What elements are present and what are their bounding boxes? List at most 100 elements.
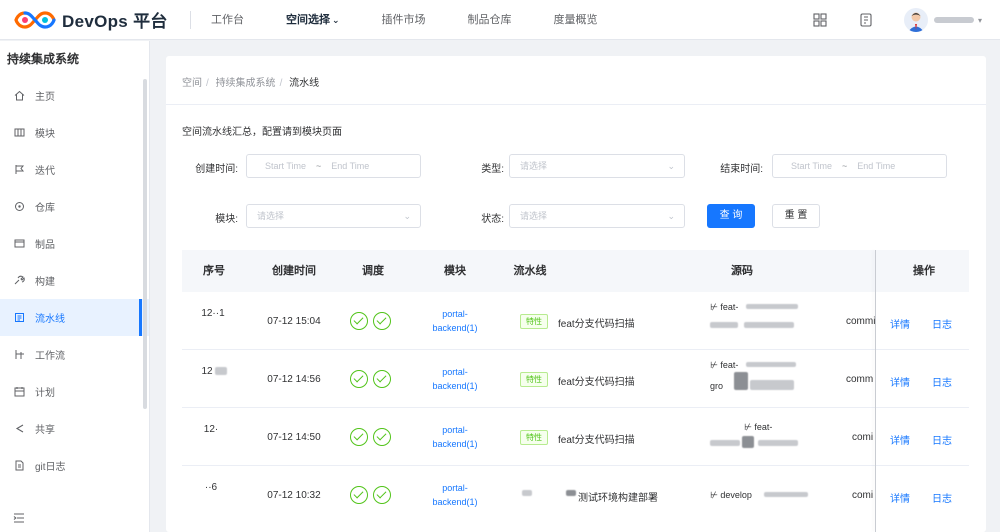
col-header-ops: 操作	[913, 265, 935, 277]
top-right: ▾	[812, 0, 1000, 40]
sidebar-item-module[interactable]: 模块	[0, 114, 149, 151]
table-row: 12· 07-12 14:50 portal-backend(1) 特性 fea…	[182, 408, 969, 466]
sidebar-item-build[interactable]: 构建	[0, 262, 149, 299]
module-link[interactable]: portal-backend(1)	[420, 307, 490, 335]
module-link[interactable]: portal-backend(1)	[420, 365, 490, 393]
check-circle-icon	[350, 312, 368, 330]
topnav-artifact-repo[interactable]: 制品仓库	[468, 0, 512, 40]
sidebar-item-home[interactable]: 主页	[0, 77, 149, 114]
detail-link[interactable]: 详情	[890, 316, 910, 331]
home-icon	[14, 90, 25, 101]
module-select[interactable]: 请选择 ⌄	[246, 204, 421, 228]
log-link[interactable]: 日志	[932, 490, 952, 505]
finished-end-input[interactable]: End Time	[857, 161, 895, 171]
detail-link[interactable]: 详情	[890, 490, 910, 505]
pipeline-table: 序号 创建时间 调度 模块 流水线 源码 操作 12··1 07-12 15:0…	[182, 250, 969, 532]
check-circle-icon	[350, 428, 368, 446]
pipeline-icon	[14, 312, 25, 323]
iteration-icon	[14, 164, 25, 175]
username-redacted[interactable]	[933, 17, 974, 23]
pipeline-name[interactable]: feat分支代码扫描	[558, 431, 635, 446]
finished-start-input[interactable]: Start Time	[791, 161, 832, 171]
grid-icon[interactable]	[812, 12, 828, 28]
finished-time-range[interactable]: Start Time ~ End Time	[772, 154, 947, 178]
top-bar: DevOps 平台 工作台 空间选择 ⌄ 插件市场 制品仓库 度量概览 ▾	[0, 0, 1000, 40]
pipeline-name[interactable]: feat分支代码扫描	[558, 373, 635, 388]
sidebar-item-share[interactable]: 共享	[0, 410, 149, 447]
sidebar-item-plan[interactable]: 计划	[0, 373, 149, 410]
topnav-workbench[interactable]: 工作台	[211, 0, 244, 40]
status-label: 状态:	[481, 214, 504, 225]
status-select[interactable]: 请选择 ⌄	[509, 204, 685, 228]
breadcrumb-ci-system[interactable]: 持续集成系统	[216, 78, 276, 89]
redacted-text	[734, 372, 748, 390]
row-id: 12·	[203, 424, 219, 435]
source-branch: ⊬ feat-	[710, 360, 739, 370]
pipeline-name[interactable]: 测试环境构建部署	[578, 489, 658, 504]
module-link[interactable]: portal-backend(1)	[420, 423, 490, 451]
main-content: 空间 / 持续集成系统 / 流水线 空间流水线汇总，配置请到模块页面 创建时间: S…	[166, 56, 986, 532]
finished-time-label: 结束时间:	[720, 164, 763, 175]
created-end-input[interactable]: End Time	[331, 161, 369, 171]
artifact-icon	[14, 238, 25, 249]
infinity-logo-icon	[14, 10, 56, 29]
sidebar: 持续集成系统 主页 模块 迭代 仓库 制品 构建 流水线 工作流 计划 共享 g…	[0, 41, 150, 532]
breadcrumb: 空间 / 持续集成系统 / 流水线	[182, 74, 323, 89]
detail-link[interactable]: 详情	[890, 432, 910, 447]
status-badge: 特性	[520, 430, 548, 445]
source-branch: ⊬ develop	[710, 490, 752, 500]
status-badge: 特性	[520, 314, 548, 329]
type-label: 类型:	[481, 164, 504, 175]
top-divider	[190, 10, 191, 29]
type-select[interactable]: 请选择 ⌄	[509, 154, 685, 178]
schedule-status	[350, 312, 396, 330]
breadcrumb-separator: /	[206, 78, 209, 89]
chevron-down-icon: ⌄	[332, 14, 340, 25]
avatar[interactable]	[903, 8, 928, 32]
module-link[interactable]: portal-backend(1)	[420, 481, 490, 509]
created-time-range[interactable]: Start Time ~ End Time	[246, 154, 421, 178]
row-created: 07-12 15:04	[267, 316, 321, 327]
query-button[interactable]: 查 询	[707, 204, 755, 228]
schedule-status	[350, 370, 396, 388]
redacted-text	[764, 492, 808, 497]
build-icon	[14, 275, 25, 286]
row-created: 07-12 14:50	[267, 432, 321, 443]
topnav-plugin-market[interactable]: 插件市场	[382, 0, 426, 40]
log-link[interactable]: 日志	[932, 374, 952, 389]
sidebar-item-git-log[interactable]: git日志	[0, 447, 149, 484]
col-header-created: 创建时间	[272, 265, 316, 277]
topnav-space-select[interactable]: 空间选择 ⌄	[286, 0, 340, 40]
check-circle-icon	[373, 486, 391, 504]
breadcrumb-pipeline: 流水线	[289, 78, 320, 89]
sidebar-item-repo[interactable]: 仓库	[0, 188, 149, 225]
log-link[interactable]: 日志	[932, 316, 952, 331]
sidebar-scrollbar[interactable]	[143, 79, 147, 409]
status-badge: 特性	[520, 372, 548, 387]
topnav-metrics[interactable]: 度量概览	[554, 0, 598, 40]
pipeline-name[interactable]: feat分支代码扫描	[558, 315, 635, 330]
table-row: 12 07-12 14:56 portal-backend(1) 特性 feat…	[182, 350, 969, 408]
collapse-menu-icon[interactable]	[13, 512, 25, 524]
breadcrumb-space[interactable]: 空间	[182, 78, 202, 89]
sidebar-item-iteration[interactable]: 迭代	[0, 151, 149, 188]
row-id: ··6	[204, 482, 218, 493]
app-logo[interactable]: DevOps 平台	[0, 0, 190, 40]
chevron-down-icon[interactable]: ▾	[978, 16, 982, 25]
workflow-icon	[14, 349, 25, 360]
sidebar-item-workflow[interactable]: 工作流	[0, 336, 149, 373]
sidebar-item-pipeline[interactable]: 流水线	[0, 299, 149, 336]
detail-link[interactable]: 详情	[890, 374, 910, 389]
col-header-source: 源码	[731, 265, 753, 277]
sidebar-item-artifact[interactable]: 制品	[0, 225, 149, 262]
created-start-input[interactable]: Start Time	[265, 161, 306, 171]
col-header-module: 模块	[444, 265, 466, 277]
reset-button[interactable]: 重 置	[772, 204, 820, 228]
repo-icon	[14, 201, 25, 212]
redacted-text	[710, 440, 740, 446]
redacted-text	[744, 322, 794, 328]
log-link[interactable]: 日志	[932, 432, 952, 447]
commit-text: comi	[852, 490, 874, 501]
redacted-text	[750, 380, 794, 390]
document-icon[interactable]	[858, 12, 874, 28]
